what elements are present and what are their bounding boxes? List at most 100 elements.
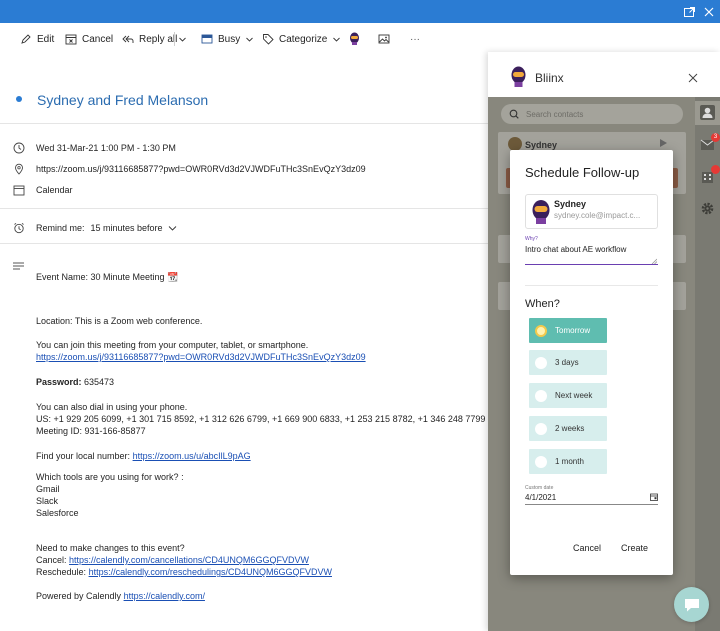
cancel-event-button[interactable]: Cancel [65, 31, 113, 47]
resize-handle-icon[interactable] [651, 258, 657, 264]
categorize-button[interactable]: Categorize [262, 31, 341, 47]
reply-all-icon [122, 35, 134, 43]
popout-icon[interactable] [682, 4, 698, 20]
dial-text: You can also dial in using your phone. [36, 402, 188, 412]
categorize-label: Categorize [279, 33, 328, 45]
why-input[interactable]: Intro chat about AE workflow [525, 243, 658, 265]
option-next-week[interactable]: Next week [529, 383, 607, 408]
chevron-down-icon [246, 37, 254, 42]
radio-icon [535, 422, 547, 435]
tag-icon [263, 34, 274, 45]
avatar [532, 200, 550, 224]
accounts-badge [711, 165, 720, 174]
close-icon[interactable] [701, 4, 717, 20]
calendar-color-dot [16, 96, 22, 102]
contact-name: Sydney [554, 199, 587, 209]
contact-search[interactable] [501, 104, 683, 124]
option-2-weeks[interactable]: 2 weeks [529, 416, 607, 441]
schedule-followup-dialog: Schedule Follow-up Sydney sydney.cole@im… [510, 150, 673, 575]
custom-date-value: 4/1/2021 [525, 492, 557, 502]
option-label: 2 weeks [555, 424, 585, 433]
local-number-label: Find your local number: [36, 451, 131, 461]
option-label: 1 month [555, 457, 584, 466]
cancel-line: Cancel: https://calendly.com/cancellatio… [36, 554, 309, 566]
password-line: Password: 635473 [36, 376, 114, 388]
meeting-id: Meeting ID: 931-166-85877 [36, 426, 146, 436]
alarm-clock-icon [14, 222, 24, 234]
contact-card: Sydney sydney.cole@impact.c... [525, 194, 658, 229]
join-link[interactable]: https://zoom.us/j/93116685877?pwd=OWR0RV… [36, 351, 366, 363]
powered-label: Powered by Calendly [36, 591, 122, 601]
reschedule-line: Reschedule: https://calendly.com/resched… [36, 566, 332, 578]
pencil-icon [21, 34, 31, 44]
edit-label: Edit [37, 33, 55, 45]
clock-icon [13, 142, 25, 154]
tool-item: Gmail [36, 484, 60, 494]
divider [0, 243, 488, 244]
password-label: Password: [36, 377, 82, 387]
reschedule-link-label: Reschedule: [36, 567, 87, 577]
inbox-badge: 3 [711, 133, 720, 142]
join-text: You can join this meeting from your comp… [36, 340, 309, 350]
panel-header: Bliinx [488, 52, 720, 97]
remind-value: 15 minutes before [90, 223, 163, 233]
edit-button[interactable]: Edit [20, 31, 54, 47]
changes-text: Need to make changes to this event? [36, 543, 185, 553]
calendar-icon [13, 185, 25, 196]
option-tomorrow[interactable]: Tomorrow [529, 318, 607, 343]
remind-label: Remind me: [36, 223, 85, 233]
reschedule-link[interactable]: https://calendly.com/reschedulings/CD4UN… [89, 567, 332, 577]
window-titlebar [0, 0, 720, 23]
dial-us: US: +1 929 205 6099, +1 301 715 8592, +1… [36, 414, 486, 424]
chat-button[interactable] [674, 587, 709, 622]
event-datetime-row: Wed 31-Mar-21 1:00 PM - 1:30 PM [13, 141, 176, 155]
event-location[interactable]: https://zoom.us/j/93116685877?pwd=OWR0RV… [36, 164, 366, 174]
chevron-down-icon [333, 37, 341, 42]
search-input[interactable] [526, 109, 666, 119]
custom-date-input[interactable]: 4/1/2021 [525, 490, 658, 505]
busy-label: Busy [218, 33, 241, 45]
cancel-link[interactable]: https://calendly.com/cancellations/CD4UN… [69, 555, 309, 565]
gear-icon[interactable] [700, 201, 715, 216]
more-options-button[interactable]: ··· [410, 31, 420, 47]
tool-item: Salesforce [36, 508, 79, 518]
reply-all-label: Reply all [139, 33, 178, 45]
command-toolbar: Edit Cancel Reply all Busy Categorize ··… [0, 23, 720, 55]
powered-link[interactable]: https://calendly.com/ [124, 591, 205, 601]
toolbar-divider [174, 32, 175, 46]
remind-dropdown[interactable]: 15 minutes before [91, 223, 177, 233]
reply-all-button[interactable]: Reply all [122, 31, 177, 47]
bliinx-sidebar: 3 [695, 97, 720, 631]
bliinx-addin-button[interactable] [349, 31, 360, 47]
more-label: ··· [410, 33, 420, 45]
panel-title: Bliinx [535, 71, 564, 85]
option-3-days[interactable]: 3 days [529, 350, 607, 375]
search-icon [509, 109, 519, 119]
option-label: Next week [555, 391, 593, 400]
avatar [508, 137, 522, 151]
when-label: When? [525, 298, 560, 310]
reply-all-dropdown[interactable] [178, 31, 187, 47]
send-icon [660, 139, 667, 147]
bliinx-logo-icon [511, 66, 526, 87]
contacts-icon[interactable] [700, 105, 715, 120]
chevron-down-icon [179, 37, 186, 42]
notes-icon [13, 262, 24, 270]
option-1-month[interactable]: 1 month [529, 449, 607, 474]
tools-question: Which tools are you using for work? : [36, 472, 184, 482]
cancel-button[interactable]: Cancel [573, 543, 601, 553]
create-button[interactable]: Create [621, 543, 648, 553]
busy-status-button[interactable]: Busy [201, 31, 254, 47]
dialog-title: Schedule Follow-up [525, 165, 640, 180]
radio-icon [535, 356, 547, 369]
close-icon[interactable] [687, 72, 699, 84]
cancel-label: Cancel [82, 33, 114, 45]
image-addin-button[interactable] [378, 31, 390, 47]
calendar-icon[interactable] [650, 493, 658, 501]
local-number-link[interactable]: https://zoom.us/u/abcIlL9pAG [133, 451, 251, 461]
powered-line: Powered by Calendly https://calendly.com… [36, 590, 205, 602]
event-name-line: Event Name: 30 Minute Meeting 📆 [36, 272, 179, 282]
event-calendar: Calendar [36, 185, 73, 195]
radio-icon [535, 455, 547, 468]
divider [0, 123, 488, 124]
